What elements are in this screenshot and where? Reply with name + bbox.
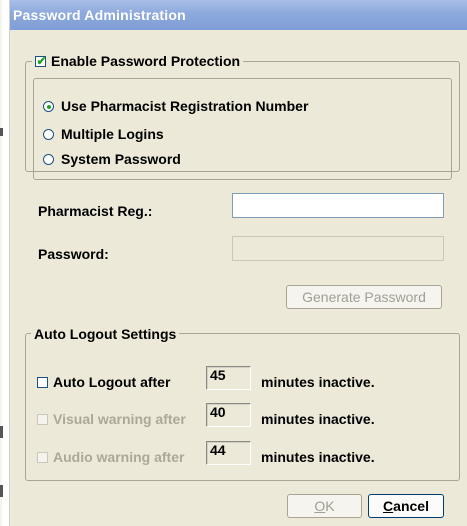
visual-warning-checkbox-row[interactable]: Visual warning after xyxy=(37,411,186,427)
background-edge-mark xyxy=(0,426,3,438)
visual-warning-checkbox[interactable] xyxy=(37,413,48,425)
audio-warning-checkbox-row[interactable]: Audio warning after xyxy=(37,449,184,465)
ok-label-rest: K xyxy=(325,498,335,514)
radio-unselected-icon[interactable] xyxy=(43,128,54,140)
cancel-mnemonic: C xyxy=(383,498,394,514)
radio-multiple-logins[interactable]: Multiple Logins xyxy=(43,126,164,142)
auto-logout-checkbox[interactable] xyxy=(37,376,48,388)
background-edge-mark xyxy=(0,128,3,136)
audio-warning-label: Audio warning after xyxy=(53,449,185,465)
enable-password-protection-toggle[interactable]: ✔ Enable Password Protection xyxy=(32,53,244,69)
radio-label: Multiple Logins xyxy=(61,126,164,142)
audio-warning-minutes-field[interactable]: 44 xyxy=(206,441,251,465)
radio-unselected-icon[interactable] xyxy=(43,153,54,165)
pharmacist-reg-label: Pharmacist Reg.: xyxy=(38,203,153,219)
radio-system-password[interactable]: System Password xyxy=(43,151,181,167)
ok-button[interactable]: OK xyxy=(287,494,362,518)
enable-password-protection-checkbox[interactable]: ✔ xyxy=(35,53,47,68)
pharmacist-reg-input[interactable] xyxy=(232,193,444,218)
generate-password-button[interactable]: Generate Password xyxy=(286,285,442,309)
password-label: Password: xyxy=(38,246,109,262)
cancel-button[interactable]: Cancel xyxy=(368,494,444,518)
auto-logout-minutes-field[interactable]: 45 xyxy=(206,366,251,390)
enable-password-protection-label: Enable Password Protection xyxy=(51,53,241,69)
checkmark-icon: ✔ xyxy=(36,53,47,68)
radio-label: Use Pharmacist Registration Number xyxy=(61,98,309,114)
auto-logout-title: Auto Logout Settings xyxy=(31,326,180,342)
auto-logout-checkbox-row[interactable]: Auto Logout after xyxy=(37,374,170,390)
visual-warning-suffix: minutes inactive. xyxy=(261,411,375,427)
radio-selected-icon[interactable] xyxy=(43,100,54,112)
window-title: Password Administration xyxy=(13,7,186,23)
auto-logout-label: Auto Logout after xyxy=(53,374,171,390)
password-input[interactable] xyxy=(232,236,444,261)
visual-warning-minutes-field[interactable]: 40 xyxy=(206,403,251,427)
radio-use-pharmacist-registration[interactable]: Use Pharmacist Registration Number xyxy=(43,98,308,114)
ok-mnemonic: O xyxy=(314,498,326,514)
password-administration-dialog: Password Administration ✔ Enable Passwor… xyxy=(9,0,467,526)
radio-label: System Password xyxy=(61,151,181,167)
audio-warning-suffix: minutes inactive. xyxy=(261,449,375,465)
background-edge-mark xyxy=(0,485,3,497)
auto-logout-suffix: minutes inactive. xyxy=(261,374,375,390)
audio-warning-checkbox[interactable] xyxy=(37,451,48,463)
cancel-label-rest: ancel xyxy=(393,498,429,514)
background-edge xyxy=(0,0,2,526)
visual-warning-label: Visual warning after xyxy=(53,411,186,427)
window-titlebar[interactable]: Password Administration xyxy=(10,0,467,30)
